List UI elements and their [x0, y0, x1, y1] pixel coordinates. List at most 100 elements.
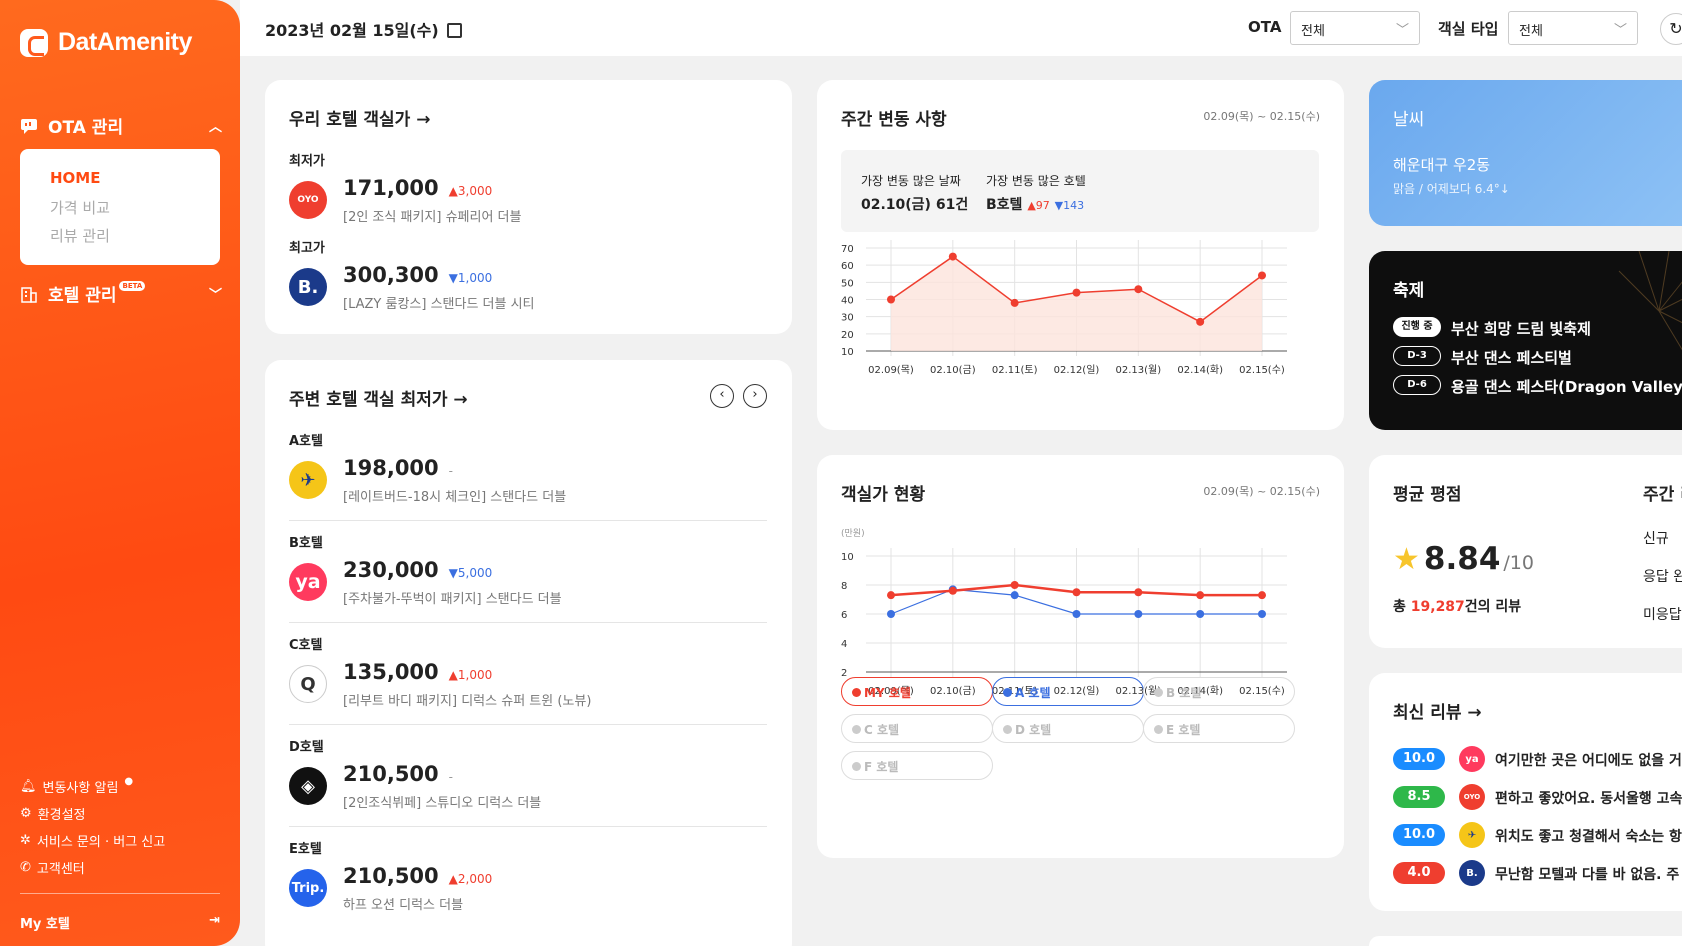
prefix: 총 — [1393, 599, 1411, 615]
card-title[interactable]: 최신 리뷰 → — [1393, 698, 1482, 723]
beta-badge: BETA — [119, 280, 146, 291]
price-value: 300,300 — [343, 263, 439, 287]
review-text[interactable]: 여기만한 곳은 어디에도 없을 거 — [1495, 750, 1682, 770]
most-date: 02.10(금) 61건 — [861, 197, 969, 213]
support-icon: ✲ — [20, 833, 31, 848]
festival-name[interactable]: 용골 댄스 페스타(Dragon Valley Da — [1451, 376, 1682, 397]
price-value: 198,000 — [343, 456, 439, 480]
data-point — [1134, 610, 1143, 618]
weekly-change-chart: 10 20 30 40 50 60 70 02.09(목) 02.10(금) 02.11(토) 02… — [841, 240, 1287, 376]
down-count: ▼143 — [1054, 199, 1085, 212]
review-score-badge: 10.0 — [1393, 748, 1445, 770]
new-dot: ● — [124, 776, 134, 787]
nearby-hotel-name: D호텔 — [289, 740, 324, 755]
logout-icon[interactable]: ⇥ — [209, 913, 220, 932]
price-value: 171,000 — [343, 176, 439, 200]
unanswered-label: 미응답 — [1643, 607, 1682, 623]
chip-dot — [852, 762, 861, 771]
weather-location: 해운대구 우2동 — [1393, 156, 1491, 174]
chip-dot — [852, 725, 861, 734]
nearby-price: 210,500 ▲2,000 — [343, 864, 492, 888]
submenu-price-compare[interactable]: 가격 비교 — [50, 197, 220, 225]
submenu-review-management[interactable]: 리뷰 관리 — [50, 225, 220, 253]
nav-ota-management[interactable]: OTA 관리 ︿ — [20, 113, 222, 138]
refresh-button[interactable]: ↻ — [1660, 13, 1682, 45]
room-type-select[interactable]: 전체 ﹀ — [1508, 11, 1638, 45]
price-delta: - — [448, 770, 453, 784]
y-tick-label: 40 — [841, 296, 854, 307]
menu-customer-center[interactable]: ✆ 고객센터 — [20, 854, 165, 881]
card-title[interactable]: 주변 호텔 객실 최저가 → — [289, 385, 468, 410]
hotel-chip[interactable]: MY 호텔 — [841, 677, 993, 706]
chip-label: D 호텔 — [1015, 723, 1052, 737]
review-text[interactable]: 편하고 좋았어요. 동서울행 고속 — [1495, 788, 1682, 808]
menu-service-inquiry[interactable]: ✲ 서비스 문의 · 버그 신고 — [20, 827, 165, 854]
most-hotel: B호텔 ▲97 ▼143 — [986, 194, 1084, 214]
date-range: 02.09(목) ~ 02.15(수) — [1203, 485, 1320, 498]
max-price-label: 최고가 — [289, 241, 325, 256]
data-point — [1258, 591, 1266, 600]
menu-change-alert[interactable]: 🔔︎ 변동사항 알림 ● — [20, 773, 165, 800]
y-tick-label: 30 — [841, 313, 854, 324]
score-max: /10 — [1503, 552, 1534, 574]
y-tick-label: 10 — [841, 552, 854, 563]
review-score-badge: 8.5 — [1393, 786, 1445, 808]
data-point — [948, 586, 957, 595]
chip-label: C 호텔 — [864, 723, 900, 737]
weekly-summary: 가장 변동 많은 날짜 02.10(금) 61건 가장 변동 많은 호텔 B호텔… — [841, 150, 1319, 232]
nav-hotel-management[interactable]: 호텔 관리 BETA ﹀ — [20, 280, 222, 306]
festival-tag: D-6 — [1393, 375, 1441, 395]
hotel-chip[interactable]: E 호텔 — [1143, 714, 1295, 743]
ota-select[interactable]: 전체 ﹀ — [1290, 11, 1420, 45]
prev-button[interactable]: ‹ — [710, 384, 734, 408]
min-price: 171,000 ▲3,000 — [343, 176, 492, 200]
chip-label: B 호텔 — [1166, 686, 1202, 700]
price-delta: ▲2,000 — [448, 872, 493, 886]
chevron-up-icon: ︿ — [208, 120, 222, 135]
y-tick-label: 4 — [841, 639, 847, 650]
card-title[interactable]: 우리 호텔 객실가 → — [289, 105, 430, 130]
chevron-down-icon: ﹀ — [1395, 23, 1409, 38]
chip-label: E 호텔 — [1166, 723, 1201, 737]
nearby-desc: [레이트버드-18시 체크인] 스탠다드 더블 — [343, 490, 567, 505]
data-point — [1010, 591, 1019, 600]
hotel-chip[interactable]: F 호텔 — [841, 751, 993, 780]
menu-settings[interactable]: ⚙ 환경설정 — [20, 800, 165, 827]
price-delta: ▼5,000 — [448, 566, 493, 580]
chip-dot — [1154, 725, 1163, 734]
date-picker[interactable]: 2023년 02월 15일(수) — [265, 17, 462, 41]
sidebar-bottom-menu: 🔔︎ 변동사항 알림 ● ⚙ 환경설정 ✲ 서비스 문의 · 버그 신고 ✆ 고객센터 — [20, 773, 165, 881]
next-button[interactable]: › — [743, 384, 767, 408]
data-point — [1134, 285, 1143, 294]
hotel-chip[interactable]: A 호텔 — [992, 677, 1144, 706]
price-value: 230,000 — [343, 558, 439, 582]
chip-label: MY 호텔 — [864, 686, 911, 700]
data-point — [1134, 588, 1143, 597]
ota-logo: B. — [1459, 860, 1485, 886]
new-review-label: 신규 — [1643, 531, 1669, 547]
ota-logo: Q — [289, 665, 327, 703]
building-icon — [20, 285, 40, 303]
ota-logo: ✈ — [1459, 822, 1485, 848]
submenu-home[interactable]: HOME — [50, 169, 220, 197]
hotel-chip[interactable]: C 호텔 — [841, 714, 993, 743]
our-hotel-price-card: 우리 호텔 객실가 → 최저가 OYO 171,000 ▲3,000 [2인 조식… — [265, 80, 792, 334]
hotel-chip[interactable]: B 호텔 — [1143, 677, 1295, 706]
my-hotel-link[interactable]: My 호텔 ⇥ — [20, 913, 220, 932]
hotel-chip[interactable]: D 호텔 — [992, 714, 1144, 743]
y-tick-label: 50 — [841, 278, 854, 289]
x-tick-label: 02.09(목) — [868, 364, 914, 376]
festival-name[interactable]: 부산 희망 드림 빛축제 — [1451, 318, 1591, 339]
data-point — [887, 295, 895, 304]
app-name: DatAmenity — [58, 28, 192, 56]
ota-logo: Trip. — [289, 869, 327, 907]
chevron-down-icon: ﹀ — [1613, 23, 1627, 38]
chip-label: A 호텔 — [1015, 686, 1051, 700]
app-logo[interactable]: DatAmenity — [20, 28, 192, 57]
festival-name[interactable]: 부산 댄스 페스티벌 — [1451, 347, 1572, 368]
review-text[interactable]: 위치도 좋고 청결해서 숙소는 항 — [1495, 826, 1682, 846]
review-text[interactable]: 무난함 모텔과 다를 바 없음. 주 — [1495, 864, 1679, 884]
chevron-left-icon: ‹ — [719, 387, 725, 402]
ota-logo: ya — [289, 563, 327, 601]
data-point — [1010, 581, 1019, 589]
